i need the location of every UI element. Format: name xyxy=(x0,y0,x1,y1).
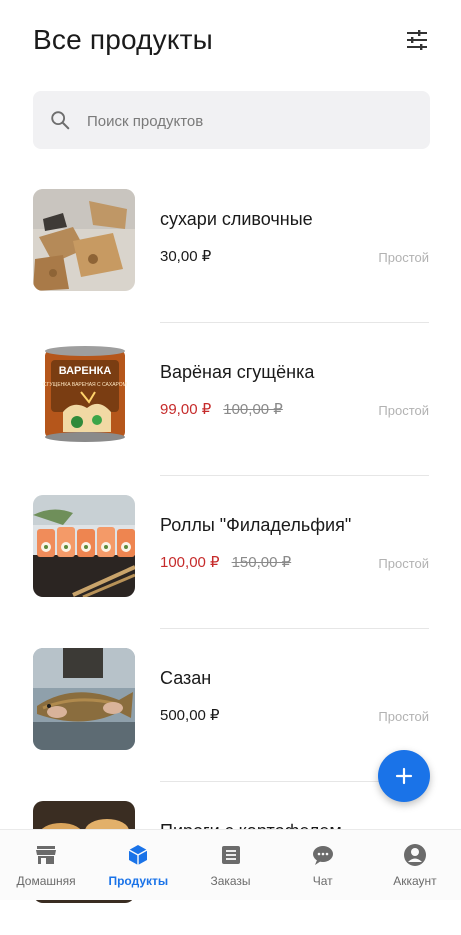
product-image-carp-fish xyxy=(33,648,135,750)
product-price-sale: 99,00 ₽ xyxy=(160,401,212,418)
account-icon xyxy=(403,844,426,866)
nav-item-chat[interactable]: Чат xyxy=(277,830,369,900)
nav-item-account[interactable]: Аккаунт xyxy=(369,830,461,900)
filter-button[interactable] xyxy=(403,26,431,54)
can-label-line1: ВАРЕНКА xyxy=(59,365,112,377)
search-bar xyxy=(33,91,430,151)
product-name: Роллы "Филадельфия" xyxy=(160,515,352,535)
nav-item-home[interactable]: Домашняя xyxy=(0,830,92,900)
product-price: 500,00 ₽ xyxy=(160,707,220,724)
product-item[interactable]: Роллы "Филадельфия" 100,00 ₽ 150,00 ₽ Про… xyxy=(0,476,461,629)
product-item[interactable]: сухари сливочные 30,00 ₽ Простой xyxy=(0,170,461,323)
header: Все продукты xyxy=(33,20,431,64)
store-icon xyxy=(36,846,57,864)
chat-icon xyxy=(312,846,333,865)
product-price-old: 150,00 ₽ xyxy=(231,554,292,571)
product-type: Простой xyxy=(378,250,429,265)
product-price-old: 100,00 ₽ xyxy=(223,401,283,418)
nav-label: Аккаунт xyxy=(393,874,437,888)
product-price-sale: 100,00 ₽ xyxy=(160,554,220,571)
product-item[interactable]: ВАРЕНКА СГУЩЕНКА ВАРЕНАЯ С САХАРОМ Варён… xyxy=(0,323,461,476)
orders-icon xyxy=(221,846,240,864)
nav-label: Заказы xyxy=(210,874,251,888)
nav-item-products[interactable]: Продукты xyxy=(92,830,184,900)
product-type: Простой xyxy=(378,709,429,724)
can-label-line2: СГУЩЕНКА ВАРЕНАЯ С САХАРОМ xyxy=(43,382,127,388)
add-product-button[interactable] xyxy=(378,750,430,802)
product-prices: 99,00 ₽ 100,00 ₽ xyxy=(160,400,283,418)
nav-label: Чат xyxy=(312,874,333,888)
product-price: 30,00 ₽ xyxy=(160,248,212,265)
product-name: Варёная сгущёнка xyxy=(160,362,315,382)
nav-label: Домашняя xyxy=(16,874,76,888)
product-image-crackers xyxy=(33,189,135,291)
bottom-nav: Домашняя Продукты Заказы Чат Аккаунт xyxy=(0,829,461,900)
plus-icon xyxy=(395,767,413,785)
tune-icon xyxy=(407,30,427,50)
page-title: Все продукты xyxy=(33,24,213,55)
product-type: Простой xyxy=(378,556,429,571)
product-prices: 30,00 ₽ xyxy=(160,247,211,265)
product-prices: 100,00 ₽ 150,00 ₽ xyxy=(160,553,291,571)
nav-item-orders[interactable]: Заказы xyxy=(184,830,276,900)
product-image-condensed-milk-can: ВАРЕНКА СГУЩЕНКА ВАРЕНАЯ С САХАРОМ xyxy=(33,342,135,444)
box-icon xyxy=(128,845,148,865)
product-name: Сазан xyxy=(160,668,212,688)
product-type: Простой xyxy=(378,403,429,418)
product-image-sushi-rolls xyxy=(33,495,135,597)
nav-label: Продукты xyxy=(108,874,169,888)
product-prices: 500,00 ₽ xyxy=(160,706,220,724)
search-icon xyxy=(51,111,70,130)
product-name: сухари сливочные xyxy=(160,209,313,229)
search-input[interactable] xyxy=(85,91,419,151)
